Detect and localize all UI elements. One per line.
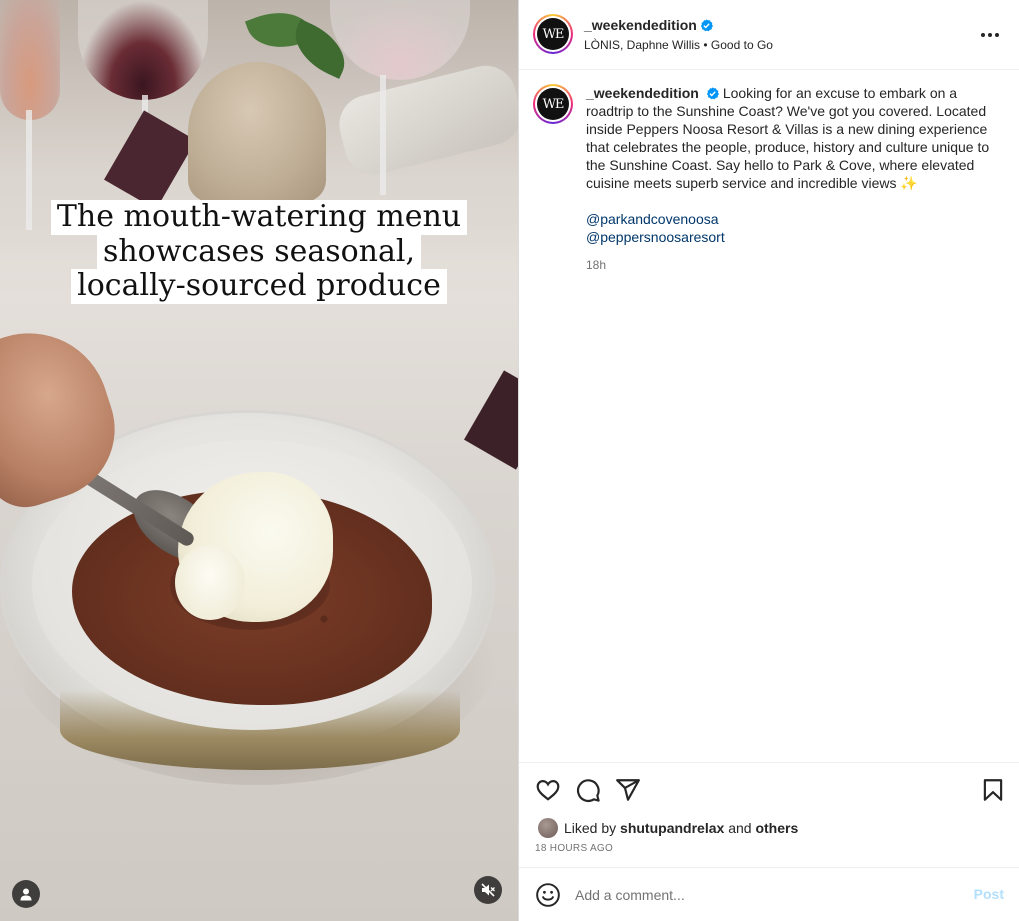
comment-input[interactable] [575, 883, 955, 907]
mention-link[interactable]: @peppersnoosaresort [586, 228, 996, 246]
like-heart-icon[interactable] [535, 777, 561, 803]
likes-joiner: and [728, 820, 752, 836]
more-dots-icon [981, 33, 985, 37]
post-timestamp[interactable]: 18 HOURS AGO [535, 843, 613, 854]
liker-avatar [538, 818, 558, 838]
ice-cream-scoop [175, 545, 245, 620]
glass-stem [380, 75, 386, 195]
avatar-logo: WE [537, 88, 569, 120]
audio-artist[interactable]: LÒNIS, Daphne Willis [584, 38, 700, 52]
likes-prefix: Liked by [564, 820, 617, 836]
post-media[interactable]: The mouth-watering menu showcases season… [0, 0, 518, 921]
muted-speaker-icon [481, 883, 495, 897]
verified-badge-icon [700, 19, 713, 32]
save-bookmark-icon[interactable] [980, 777, 1006, 803]
more-options-button[interactable] [978, 23, 1002, 47]
more-dot [988, 33, 992, 37]
caption-author-avatar[interactable]: WE [533, 84, 573, 124]
share-icon[interactable] [615, 777, 641, 803]
more-dot [995, 33, 999, 37]
post-header: WE _weekendedition LÒNIS, Daphne Willis … [519, 0, 1019, 70]
mention-link[interactable]: @parkandcovenoosa [586, 210, 996, 228]
placemat [464, 370, 518, 470]
overlay-line: showcases seasonal, [96, 234, 422, 270]
separator: • [700, 38, 711, 52]
comment-bar: Post [519, 867, 1019, 921]
liker-username[interactable]: shutupandrelax [620, 820, 724, 836]
caption-username[interactable]: _weekendedition [586, 85, 699, 101]
mute-toggle-button[interactable] [474, 876, 502, 904]
avatar-border: WE [535, 16, 571, 52]
likes-others-link[interactable]: others [755, 820, 798, 836]
comment-icon[interactable] [575, 777, 601, 803]
post-time[interactable]: 18h [586, 256, 996, 274]
user-tag-icon [20, 888, 32, 901]
vase [188, 62, 326, 202]
wine-glass-rose [0, 0, 60, 120]
emoji-icon[interactable] [535, 882, 561, 908]
audio-attribution[interactable]: LÒNIS, Daphne Willis • Good to Go [584, 38, 773, 52]
caption-body: _weekendedition Looking for an excuse to… [586, 84, 996, 274]
overlay-line: locally-sourced produce [71, 269, 447, 304]
avatar-logo: WE [537, 18, 569, 50]
action-bar [519, 762, 1019, 814]
post-comment-button[interactable]: Post [974, 886, 1004, 902]
post-details-panel: WE _weekendedition LÒNIS, Daphne Willis … [518, 0, 1019, 921]
avatar-border: WE [535, 86, 571, 122]
video-text-overlay: The mouth-watering menu showcases season… [0, 199, 518, 304]
author-name-row: _weekendedition [584, 17, 713, 35]
author-username[interactable]: _weekendedition [584, 17, 697, 33]
author-avatar[interactable]: WE [533, 14, 573, 54]
overlay-line: The mouth-watering menu [50, 199, 468, 235]
user-tag-button[interactable] [12, 880, 40, 908]
audio-track[interactable]: Good to Go [711, 38, 773, 52]
likes-summary[interactable]: Liked by shutupandrelax and others [535, 816, 798, 840]
verified-badge-icon [706, 87, 719, 100]
